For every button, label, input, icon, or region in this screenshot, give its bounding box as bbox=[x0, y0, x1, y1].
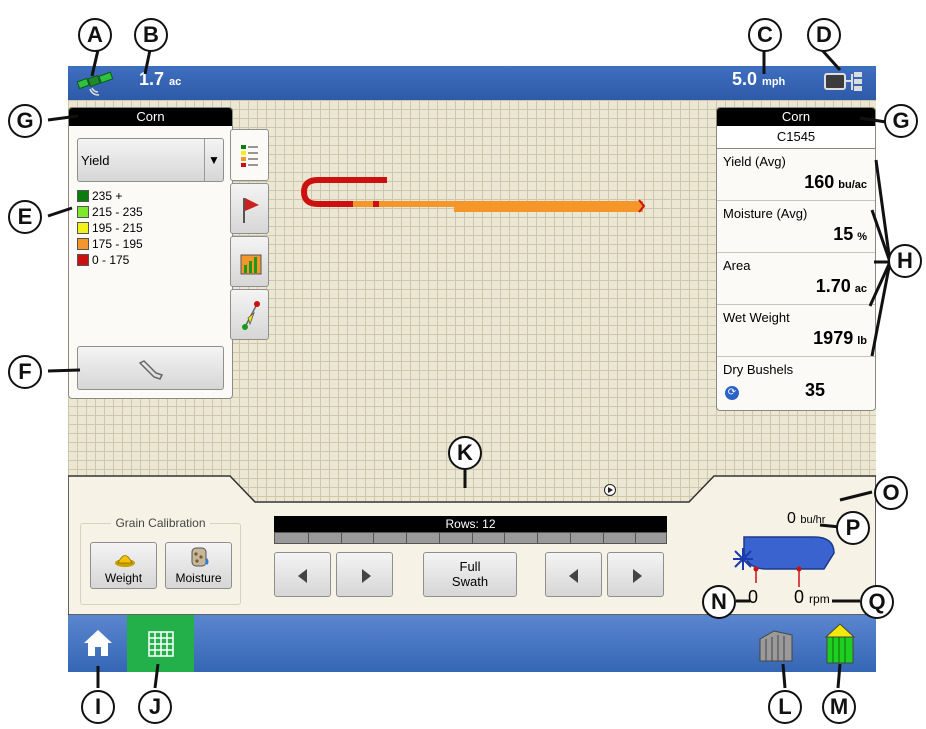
callout-leader-lines bbox=[47, 48, 892, 689]
callout-m: M bbox=[822, 690, 856, 724]
callout-i: I bbox=[81, 690, 115, 724]
callout-p: P bbox=[836, 511, 870, 545]
callout-f: F bbox=[8, 355, 42, 389]
callout-a: A bbox=[78, 18, 112, 52]
callout-b: B bbox=[134, 18, 168, 52]
callout-k: K bbox=[448, 436, 482, 470]
callout-q: Q bbox=[860, 585, 894, 619]
callout-h: H bbox=[888, 244, 922, 278]
callout-n: N bbox=[702, 585, 736, 619]
callout-d: D bbox=[807, 18, 841, 52]
callout-g-left: G bbox=[8, 104, 42, 138]
callout-g-right: G bbox=[884, 104, 918, 138]
callout-o: O bbox=[874, 476, 908, 510]
callout-l: L bbox=[768, 690, 802, 724]
callout-j: J bbox=[138, 690, 172, 724]
callout-c: C bbox=[748, 18, 782, 52]
callout-e: E bbox=[8, 200, 42, 234]
